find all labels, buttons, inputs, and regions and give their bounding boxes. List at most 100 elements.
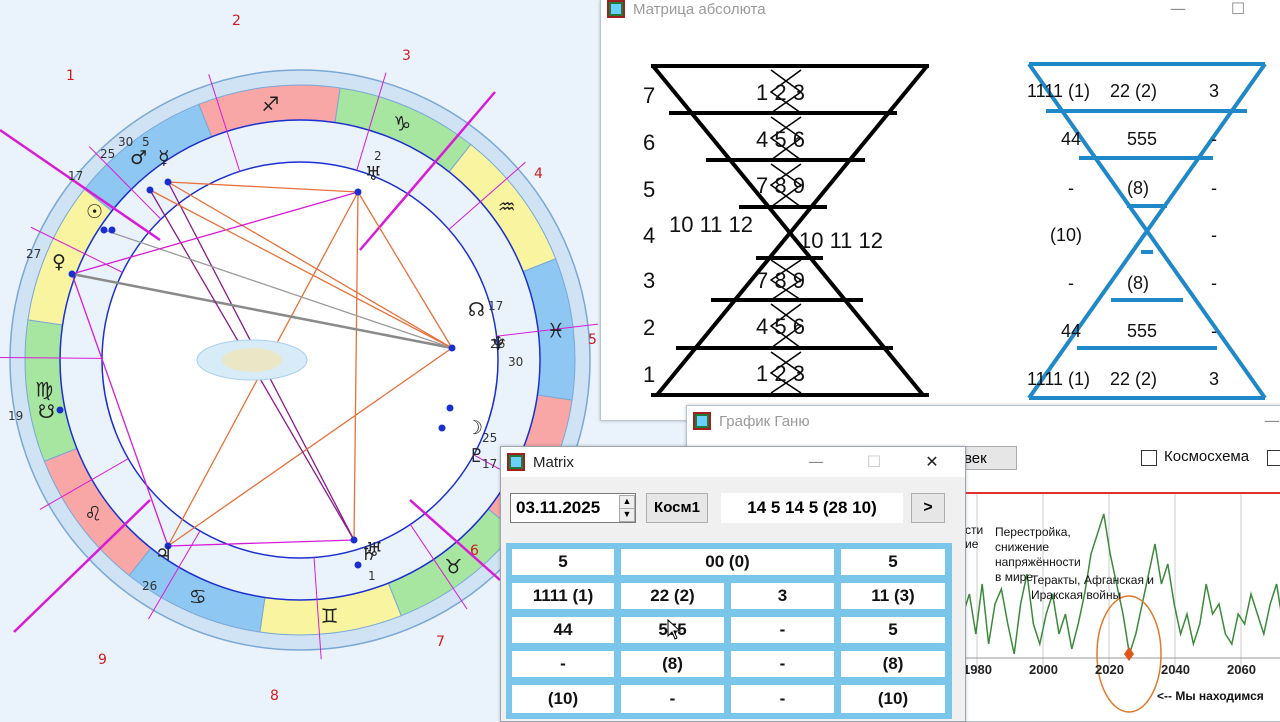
planet-degree-label: 5 bbox=[142, 135, 150, 149]
planet-point bbox=[350, 536, 358, 544]
zodiac-sign-glyph-icon: ♐ bbox=[261, 92, 279, 116]
row-a: - bbox=[1068, 178, 1074, 198]
date-picker[interactable]: 03.11.2025 ▲ ▼ bbox=[510, 493, 636, 523]
row-c: - bbox=[1211, 273, 1217, 293]
row-b: (8) bbox=[1127, 178, 1149, 198]
matrix-cell: 00 (0) bbox=[619, 547, 836, 577]
kosm1-button[interactable]: Косм1 bbox=[646, 493, 708, 523]
maximize-button[interactable]: ☐ bbox=[851, 447, 897, 477]
house-number: 1 bbox=[66, 68, 75, 84]
matrix-cell: 11 (3) bbox=[839, 581, 947, 611]
row-value: 7 8 9 bbox=[756, 173, 805, 198]
row-a: 44 bbox=[1061, 321, 1081, 341]
matrix-cell: 3 bbox=[729, 581, 836, 611]
next-button[interactable]: > bbox=[911, 493, 945, 523]
planet-glyph-icon: ♃ bbox=[155, 543, 172, 565]
level-label: 2 bbox=[643, 315, 655, 340]
planet-glyph-icon: ☋ bbox=[38, 401, 55, 423]
planet-glyph-icon: ♂ bbox=[130, 147, 147, 169]
house-number: 8 bbox=[270, 688, 279, 704]
annotation: Перестройка, bbox=[995, 525, 1071, 539]
planet-glyph-icon: ☿ bbox=[158, 147, 170, 169]
annotation: в мире bbox=[995, 570, 1033, 584]
annotation: снижение bbox=[995, 540, 1049, 554]
planet-point bbox=[438, 424, 446, 432]
matrix-cell: - bbox=[729, 649, 836, 679]
row-a: (10) bbox=[1050, 225, 1082, 245]
matrix-cell: - bbox=[729, 615, 836, 645]
checkbox-2[interactable] bbox=[1267, 450, 1280, 466]
annotation: Теракты, Афганская и bbox=[1031, 573, 1154, 587]
spin-down-icon[interactable]: ▼ bbox=[619, 508, 635, 522]
planet-point bbox=[448, 344, 456, 352]
row-value: 10 11 12 bbox=[799, 228, 883, 253]
center-logo-inner bbox=[222, 348, 282, 372]
spin-up-icon[interactable]: ▲ bbox=[619, 495, 635, 509]
code-display: 14 5 14 5 (28 10) bbox=[721, 493, 903, 523]
level-label: 1 bbox=[643, 362, 655, 387]
annotation: ие bbox=[965, 537, 979, 551]
matrix-cell: 22 (2) bbox=[619, 581, 726, 611]
matrix-cell: (8) bbox=[839, 649, 947, 679]
house-number: 4 bbox=[534, 166, 543, 182]
house-number: 9 bbox=[98, 652, 107, 668]
minimize-button[interactable]: — bbox=[1155, 0, 1201, 24]
hourglass-diagrams: 7 6 5 4 3 2 1 1 2 3 4 5 6 7 8 9 10 11 12… bbox=[643, 62, 1267, 400]
row-value: 1 2 3 bbox=[756, 80, 805, 105]
x-tick-label: 2060 bbox=[1227, 662, 1256, 677]
annotation: сти bbox=[965, 523, 983, 537]
period-button[interactable]: век bbox=[957, 446, 1017, 470]
maximize-button[interactable]: ☐ bbox=[1215, 0, 1261, 24]
minimize-button[interactable]: — bbox=[793, 447, 839, 477]
matrix-cell: 5 bbox=[839, 615, 947, 645]
house-number: 3 bbox=[402, 48, 411, 64]
row-c: - bbox=[1211, 321, 1217, 341]
planet-glyph-icon: ☉ bbox=[86, 201, 103, 223]
x-tick-label: 1980 bbox=[963, 662, 992, 677]
zodiac-sign-glyph-icon: ♉ bbox=[445, 555, 463, 579]
matrix-cell: 5 bbox=[510, 547, 616, 577]
annotation: Иракская войны bbox=[1031, 588, 1121, 602]
matrix-cell: - bbox=[729, 683, 836, 715]
left-hourglass-links bbox=[769, 69, 803, 394]
planet-glyph-icon: ♅ bbox=[366, 539, 383, 561]
row-c: - bbox=[1211, 225, 1217, 245]
level-label: 7 bbox=[643, 83, 655, 108]
planet-point bbox=[164, 178, 172, 186]
house-number: 2 bbox=[232, 13, 241, 29]
row-a: 1111 (1) bbox=[1027, 81, 1090, 101]
row-b: 22 (2) bbox=[1110, 81, 1157, 101]
row-a: 1111 (1) bbox=[1027, 369, 1090, 389]
zodiac-sign-glyph-icon: ♓ bbox=[547, 318, 565, 342]
planet-degree-label: 27 bbox=[26, 247, 41, 261]
matrix-cell: (8) bbox=[619, 649, 726, 679]
mouse-cursor-icon bbox=[667, 619, 682, 640]
matrix-cell: (10) bbox=[510, 683, 616, 715]
app-icon bbox=[507, 453, 525, 471]
minimize-button[interactable]: — bbox=[1249, 406, 1280, 436]
kosmoscheme-checkbox[interactable] bbox=[1141, 450, 1157, 466]
window-title: Матрица абсолюта bbox=[633, 0, 766, 18]
planet-degree-label: 30 bbox=[508, 355, 523, 369]
row-c: 3 bbox=[1209, 81, 1219, 101]
level-label: 4 bbox=[643, 223, 655, 248]
close-button[interactable]: ✕ bbox=[909, 447, 955, 477]
title-bar: Матрица абсолюта — ☐ bbox=[601, 0, 1280, 24]
house-number: 7 bbox=[436, 634, 445, 650]
planet-degree-label: 17 bbox=[488, 299, 503, 313]
row-a: 44 bbox=[1061, 129, 1081, 149]
matrix-cell: - bbox=[510, 649, 616, 679]
matrix-cell: 44 bbox=[510, 615, 616, 645]
planet-degree-label: 25 bbox=[482, 431, 497, 445]
window-title: График Ганю bbox=[719, 412, 810, 430]
date-field[interactable]: 03.11.2025 bbox=[516, 498, 600, 518]
row-value: 7 8 9 bbox=[756, 268, 805, 293]
annotation-here: <-- Мы находимся bbox=[1157, 689, 1264, 703]
planet-degree-label: 30 bbox=[118, 135, 133, 149]
house-number: 6 bbox=[470, 543, 479, 559]
planet-degree-label: 25 bbox=[100, 147, 115, 161]
gann-x-ticks: 1980 2000 2020 2040 2060 bbox=[963, 662, 1256, 677]
matrix-cell: (10) bbox=[839, 683, 947, 715]
house-number: 5 bbox=[588, 332, 597, 348]
planet-degree-label: 17 bbox=[482, 457, 497, 471]
